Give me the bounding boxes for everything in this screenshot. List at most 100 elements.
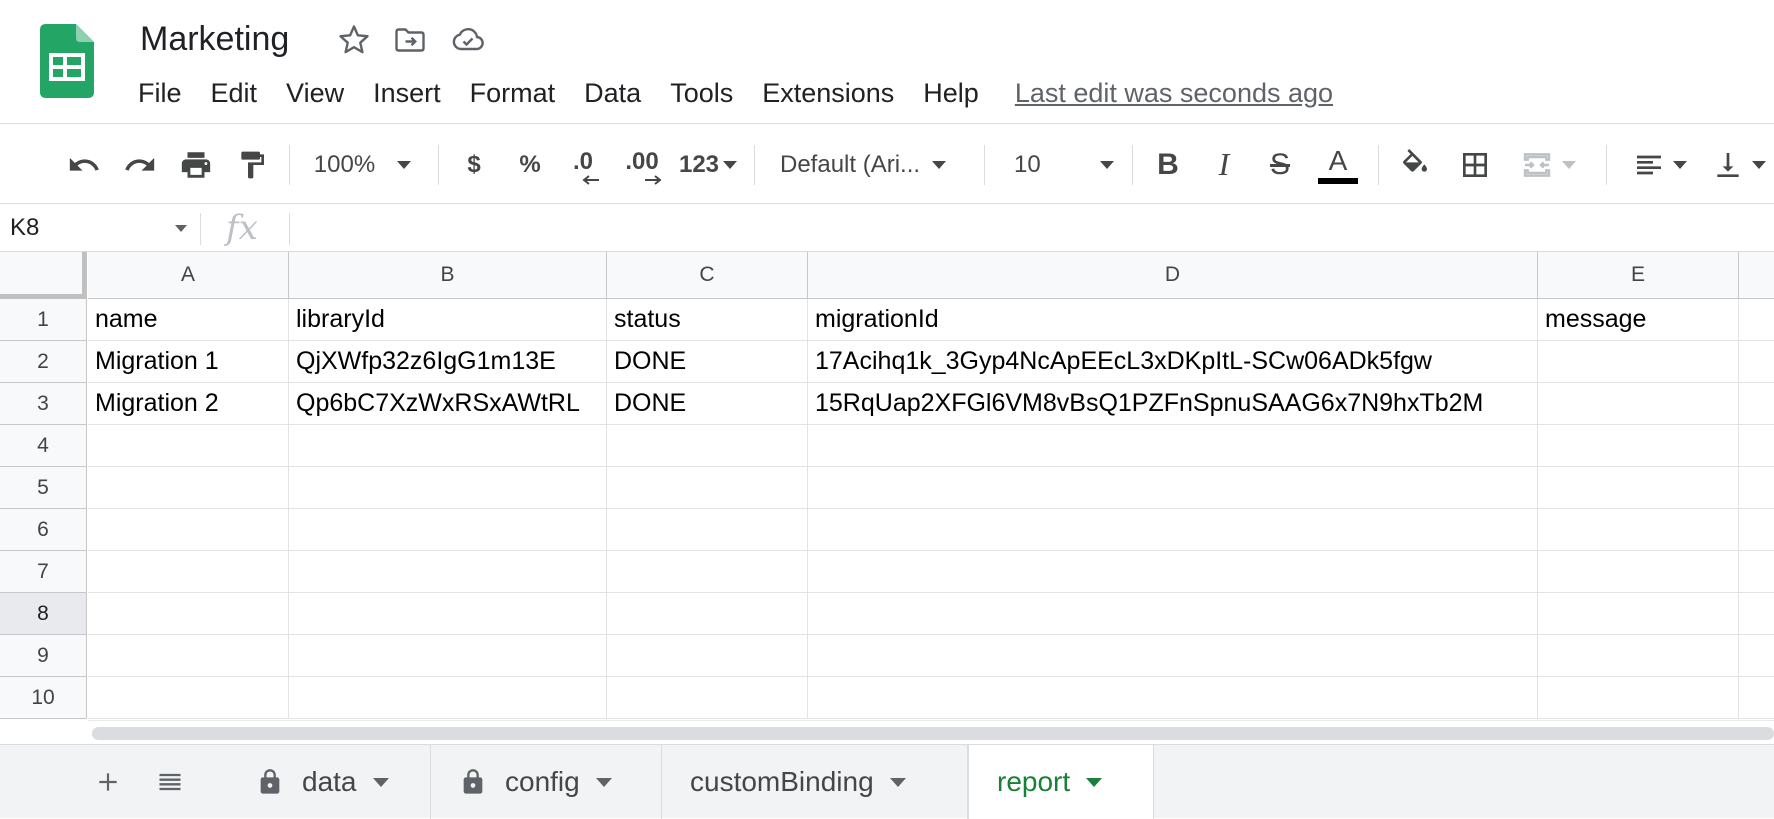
currency-format-button[interactable]: $ [452, 125, 496, 204]
menu-file[interactable]: File [128, 78, 192, 109]
horizontal-align-button[interactable] [1620, 125, 1700, 204]
print-button[interactable] [174, 125, 218, 204]
italic-button[interactable]: I [1202, 125, 1246, 204]
formula-input[interactable] [300, 205, 1760, 251]
cell-a8[interactable] [88, 593, 289, 635]
cell-c8[interactable] [607, 593, 808, 635]
cloud-saved-icon[interactable] [450, 22, 486, 58]
name-box[interactable]: K8 [10, 205, 190, 251]
merge-cells-button[interactable] [1510, 125, 1586, 204]
cell-a10[interactable] [88, 677, 289, 719]
all-sheets-button[interactable] [150, 745, 190, 819]
font-size-select[interactable]: 10 [1000, 125, 1120, 204]
cell-e9[interactable] [1538, 635, 1739, 677]
row-header-7[interactable]: 7 [0, 551, 87, 593]
cell-e4[interactable] [1538, 425, 1739, 467]
cell-a4[interactable] [88, 425, 289, 467]
menu-format[interactable]: Format [460, 78, 566, 109]
cell-e3[interactable] [1538, 383, 1739, 425]
cell-partial[interactable] [1739, 509, 1774, 551]
column-header-d[interactable]: D [808, 252, 1538, 299]
text-color-button[interactable]: A [1314, 125, 1362, 204]
star-icon[interactable] [336, 22, 372, 58]
cell-d7[interactable] [808, 551, 1538, 593]
cell-b10[interactable] [289, 677, 607, 719]
move-to-folder-icon[interactable] [392, 22, 428, 58]
menu-tools[interactable]: Tools [660, 78, 743, 109]
font-family-select[interactable]: Default (Ari... [780, 125, 970, 204]
column-header-b[interactable]: B [289, 252, 607, 299]
cell-a6[interactable] [88, 509, 289, 551]
cell-partial[interactable] [1739, 635, 1774, 677]
cell-d9[interactable] [808, 635, 1538, 677]
sheets-logo-icon[interactable] [40, 24, 94, 98]
cell-a2[interactable]: Migration 1 [88, 341, 289, 383]
chevron-down-icon[interactable] [1086, 777, 1103, 787]
cell-a7[interactable] [88, 551, 289, 593]
strikethrough-button[interactable]: S [1258, 125, 1302, 204]
cell-b9[interactable] [289, 635, 607, 677]
cell-c10[interactable] [607, 677, 808, 719]
menu-help[interactable]: Help [913, 78, 989, 109]
cell-d8[interactable] [808, 593, 1538, 635]
horizontal-scrollbar-thumb[interactable] [92, 727, 1774, 740]
cell-e6[interactable] [1538, 509, 1739, 551]
cell-b4[interactable] [289, 425, 607, 467]
cell-b8[interactable] [289, 593, 607, 635]
chevron-down-icon[interactable] [889, 777, 906, 787]
column-header-a[interactable]: A [88, 252, 289, 299]
cell-partial[interactable] [1739, 299, 1774, 341]
cell-partial[interactable] [1739, 467, 1774, 509]
cell-d6[interactable] [808, 509, 1538, 551]
row-header-4[interactable]: 4 [0, 425, 87, 467]
sheet-tab-report[interactable]: report [968, 745, 1154, 819]
cell-partial[interactable] [1739, 341, 1774, 383]
decrease-decimal-button[interactable]: .0 [560, 125, 606, 204]
sheet-tab-custombinding[interactable]: customBinding [662, 745, 968, 819]
row-header-5[interactable]: 5 [0, 467, 87, 509]
cell-d3[interactable]: 15RqUap2XFGl6VM8vBsQ1PZFnSpnuSAAG6x7N9hx… [808, 383, 1538, 425]
menu-edit[interactable]: Edit [201, 78, 268, 109]
cell-e5[interactable] [1538, 467, 1739, 509]
menu-insert[interactable]: Insert [363, 78, 451, 109]
cell-b5[interactable] [289, 467, 607, 509]
sheet-tab-config[interactable]: config [431, 745, 662, 819]
borders-button[interactable] [1452, 125, 1498, 204]
percent-format-button[interactable]: % [508, 125, 552, 204]
cell-b1[interactable]: libraryId [289, 299, 607, 341]
cell-partial[interactable] [1739, 593, 1774, 635]
cell-c6[interactable] [607, 509, 808, 551]
cell-c1[interactable]: status [607, 299, 808, 341]
row-header-6[interactable]: 6 [0, 509, 87, 551]
cell-partial[interactable] [1739, 677, 1774, 719]
column-header-partial[interactable] [1739, 252, 1774, 299]
cell-d1[interactable]: migrationId [808, 299, 1538, 341]
menu-extensions[interactable]: Extensions [752, 78, 904, 109]
cell-d5[interactable] [808, 467, 1538, 509]
row-header-8[interactable]: 8 [0, 593, 87, 635]
last-edit-link[interactable]: Last edit was seconds ago [1015, 78, 1333, 109]
cell-c5[interactable] [607, 467, 808, 509]
cell-c3[interactable]: DONE [607, 383, 808, 425]
undo-button[interactable] [62, 125, 106, 204]
cell-b7[interactable] [289, 551, 607, 593]
menu-data[interactable]: Data [574, 78, 651, 109]
sheet-tab-data[interactable]: data [228, 745, 431, 819]
bold-button[interactable]: B [1146, 125, 1190, 204]
cell-d10[interactable] [808, 677, 1538, 719]
more-formats-button[interactable]: 123 [674, 125, 742, 204]
document-title[interactable]: Marketing [140, 20, 289, 59]
cell-e1[interactable]: message [1538, 299, 1739, 341]
cell-d4[interactable] [808, 425, 1538, 467]
column-header-e[interactable]: E [1538, 252, 1739, 299]
cell-partial[interactable] [1739, 383, 1774, 425]
column-header-c[interactable]: C [607, 252, 808, 299]
row-header-1[interactable]: 1 [0, 299, 87, 341]
menu-view[interactable]: View [276, 78, 354, 109]
zoom-select[interactable]: 100% [300, 125, 425, 204]
chevron-down-icon[interactable] [372, 777, 389, 787]
row-header-10[interactable]: 10 [0, 677, 87, 719]
cell-c2[interactable]: DONE [607, 341, 808, 383]
increase-decimal-button[interactable]: .00 [616, 125, 668, 204]
cell-c4[interactable] [607, 425, 808, 467]
